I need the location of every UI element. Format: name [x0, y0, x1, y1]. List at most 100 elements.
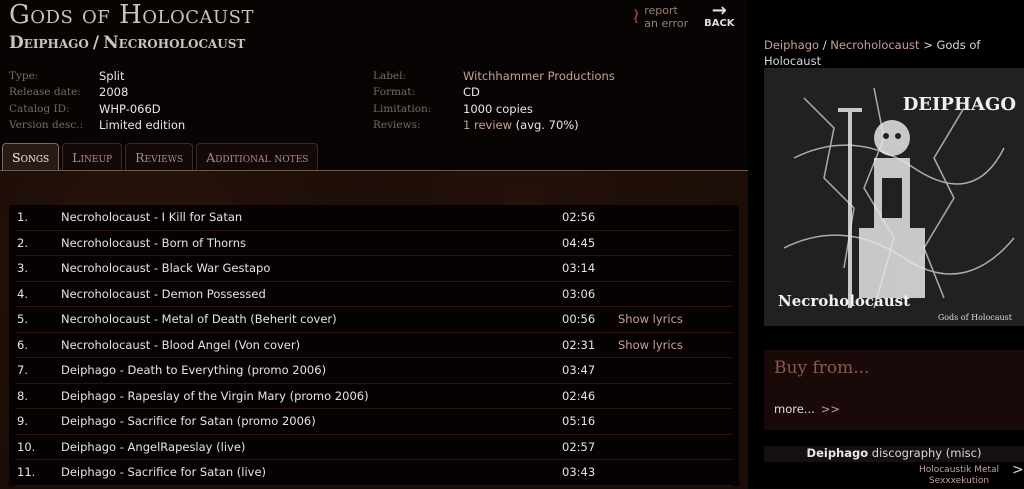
detail-type: Type: Split — [9, 68, 185, 84]
detail-format: Format: CD — [373, 84, 615, 100]
detail-key: Limitation: — [373, 102, 432, 115]
detail-key: Reviews: — [373, 118, 421, 131]
tab-lineup[interactable]: Lineup — [62, 143, 123, 170]
table-row: 4. Necroholocaust - Demon Possessed 03:06 — [15, 282, 733, 307]
show-lyrics-link[interactable]: Show lyrics — [618, 312, 683, 326]
table-row: 9. Deiphago - Sacrifice for Satan (promo … — [15, 409, 733, 435]
track-title: Necroholocaust - Metal of Death (Beherit… — [61, 312, 337, 327]
report-label-line2: an error — [644, 17, 689, 30]
sidebar: Deiphago / Necroholocaust > Gods of Holo… — [748, 0, 1024, 488]
next-arrow-icon[interactable]: > — [1012, 462, 1024, 478]
track-title: Necroholocaust - I Kill for Satan — [61, 210, 243, 225]
report-error-button[interactable]: ≀ report an error — [632, 4, 688, 30]
detail-value: Limited edition — [99, 117, 186, 132]
main-content: Gods of Holocaust Deiphago / Necroholocaus… — [0, 0, 748, 489]
table-row: 5. Necroholocaust - Metal of Death (Beher… — [15, 307, 733, 333]
detail-key: Format: — [373, 86, 416, 99]
cover-band2-logo: Necroholocaust — [778, 292, 910, 310]
detail-value: WHP-066D — [99, 101, 161, 116]
track-duration: 05:16 — [562, 414, 596, 429]
detail-key: Version desc.: — [9, 118, 84, 131]
track-duration: 04:45 — [562, 235, 596, 250]
band-link-deiphago[interactable]: Deiphago — [9, 33, 89, 53]
breadcrumb-gt: > — [923, 38, 933, 52]
table-row: 10. Deiphago - AngelRapeslay (live) 02:57 — [15, 435, 733, 460]
track-number: 7. — [17, 363, 28, 378]
tab-songs[interactable]: Songs — [2, 143, 60, 170]
track-duration: 02:56 — [562, 210, 596, 225]
track-duration: 03:14 — [562, 261, 596, 276]
album-cover[interactable]: DEIPHAGO Necroholocaust Gods of Holocaus… — [764, 68, 1024, 326]
track-number: 6. — [17, 337, 28, 352]
track-duration: 02:57 — [562, 439, 596, 454]
breadcrumb-band1[interactable]: Deiphago — [764, 38, 819, 52]
discography-item[interactable]: Holocaustik Metal Sexxxekution — [904, 465, 1014, 487]
track-duration: 00:56 — [562, 312, 596, 327]
back-button[interactable]: → BACK — [704, 0, 735, 30]
track-title: Deiphago - Death to Everything (promo 20… — [61, 363, 327, 378]
track-number: 11. — [17, 465, 36, 480]
track-title: Deiphago - Rapeslay of the Virgin Mary (… — [61, 388, 369, 403]
breadcrumb-band2[interactable]: Necroholocaust — [830, 38, 919, 52]
track-title: Necroholocaust - Blood Angel (Von cover) — [61, 337, 301, 352]
track-title: Deiphago - Sacrifice for Satan (live) — [61, 465, 267, 480]
track-title: Necroholocaust - Black War Gestapo — [61, 261, 271, 276]
track-title: Necroholocaust - Born of Thorns — [61, 235, 246, 250]
detail-key: Catalog ID: — [9, 102, 70, 115]
back-label: BACK — [704, 18, 735, 29]
discography-label: discography (misc) — [871, 446, 982, 460]
band-link-necroholocaust[interactable]: Necroholocaust — [103, 33, 245, 53]
album-title: Gods of Holocaust — [9, 0, 254, 30]
buy-title: Buy from... — [774, 358, 870, 378]
buy-more-label: more... — [774, 402, 815, 416]
album-tabs: Songs Lineup Reviews Additional notes — [2, 143, 321, 170]
breadcrumb-sep: / — [822, 38, 827, 52]
label-link[interactable]: Witchhammer Productions — [463, 68, 615, 84]
album-cover-art: DEIPHAGO Necroholocaust Gods of Holocaus… — [764, 68, 1024, 326]
detail-key: Type: — [9, 70, 39, 82]
track-duration: 03:43 — [562, 465, 596, 480]
cover-band-logo: DEIPHAGO — [903, 94, 1016, 115]
album-details-left: Type: Split Release date: 2008 Catalog ID:… — [9, 68, 185, 133]
track-title: Deiphago - Sacrifice for Satan (promo 20… — [61, 414, 316, 429]
track-title: Deiphago - AngelRapeslay (live) — [61, 439, 246, 454]
album-details-right: Label: Witchhammer Productions Format: CD … — [373, 68, 615, 133]
buy-more-link[interactable]: more... >> — [774, 402, 840, 416]
table-row: 11. Deiphago - Sacrifice for Satan (live)… — [15, 460, 733, 486]
table-row: 1. Necroholocaust - I Kill for Satan 02:56 — [15, 205, 733, 231]
track-number: 8. — [17, 388, 28, 403]
detail-label: Label: Witchhammer Productions — [373, 68, 615, 84]
track-duration: 03:06 — [562, 286, 596, 301]
track-number: 1. — [17, 210, 28, 225]
track-duration: 02:46 — [562, 388, 596, 403]
table-row: 7. Deiphago - Death to Everything (promo … — [15, 358, 733, 384]
reviews-link[interactable]: 1 review — [463, 118, 512, 132]
track-duration: 02:31 — [562, 337, 596, 352]
breadcrumb: Deiphago / Necroholocaust > Gods of Holo… — [764, 37, 1014, 69]
detail-value: 1000 copies — [463, 101, 533, 116]
detail-value: CD — [463, 85, 480, 100]
detail-version: Version desc.: Limited edition — [9, 117, 185, 133]
songs-panel: 1. Necroholocaust - I Kill for Satan 02:56… — [0, 170, 748, 489]
table-row: 8. Deiphago - Rapeslay of the Virgin Mary… — [15, 384, 733, 409]
discography-header: Deiphago discography (misc) — [764, 446, 1024, 462]
detail-release-date: Release date: 2008 — [9, 84, 185, 100]
tab-additional-notes[interactable]: Additional notes — [196, 143, 319, 170]
reviews-average: (avg. 70%) — [515, 117, 579, 132]
track-duration: 03:47 — [562, 363, 596, 378]
tab-reviews[interactable]: Reviews — [125, 143, 194, 170]
back-arrow-icon: → — [711, 0, 727, 21]
detail-limitation: Limitation: 1000 copies — [373, 101, 615, 117]
table-row: 6. Necroholocaust - Blood Angel (Von cove… — [15, 333, 733, 358]
report-label-line1: report — [644, 4, 678, 17]
detail-value: 2008 — [99, 85, 129, 100]
double-arrow-icon: >> — [820, 402, 841, 416]
tool-buttons: ≀ report an error → BACK — [632, 0, 735, 31]
track-number: 10. — [17, 439, 36, 454]
track-number: 4. — [17, 286, 28, 301]
buy-box: Buy from... more... >> — [764, 350, 1024, 430]
discography-item-line2: Sexxxekution — [928, 476, 990, 486]
band-separator: / — [92, 33, 100, 53]
detail-catalog-id: Catalog ID: WHP-066D — [9, 101, 185, 117]
show-lyrics-link[interactable]: Show lyrics — [618, 338, 683, 352]
